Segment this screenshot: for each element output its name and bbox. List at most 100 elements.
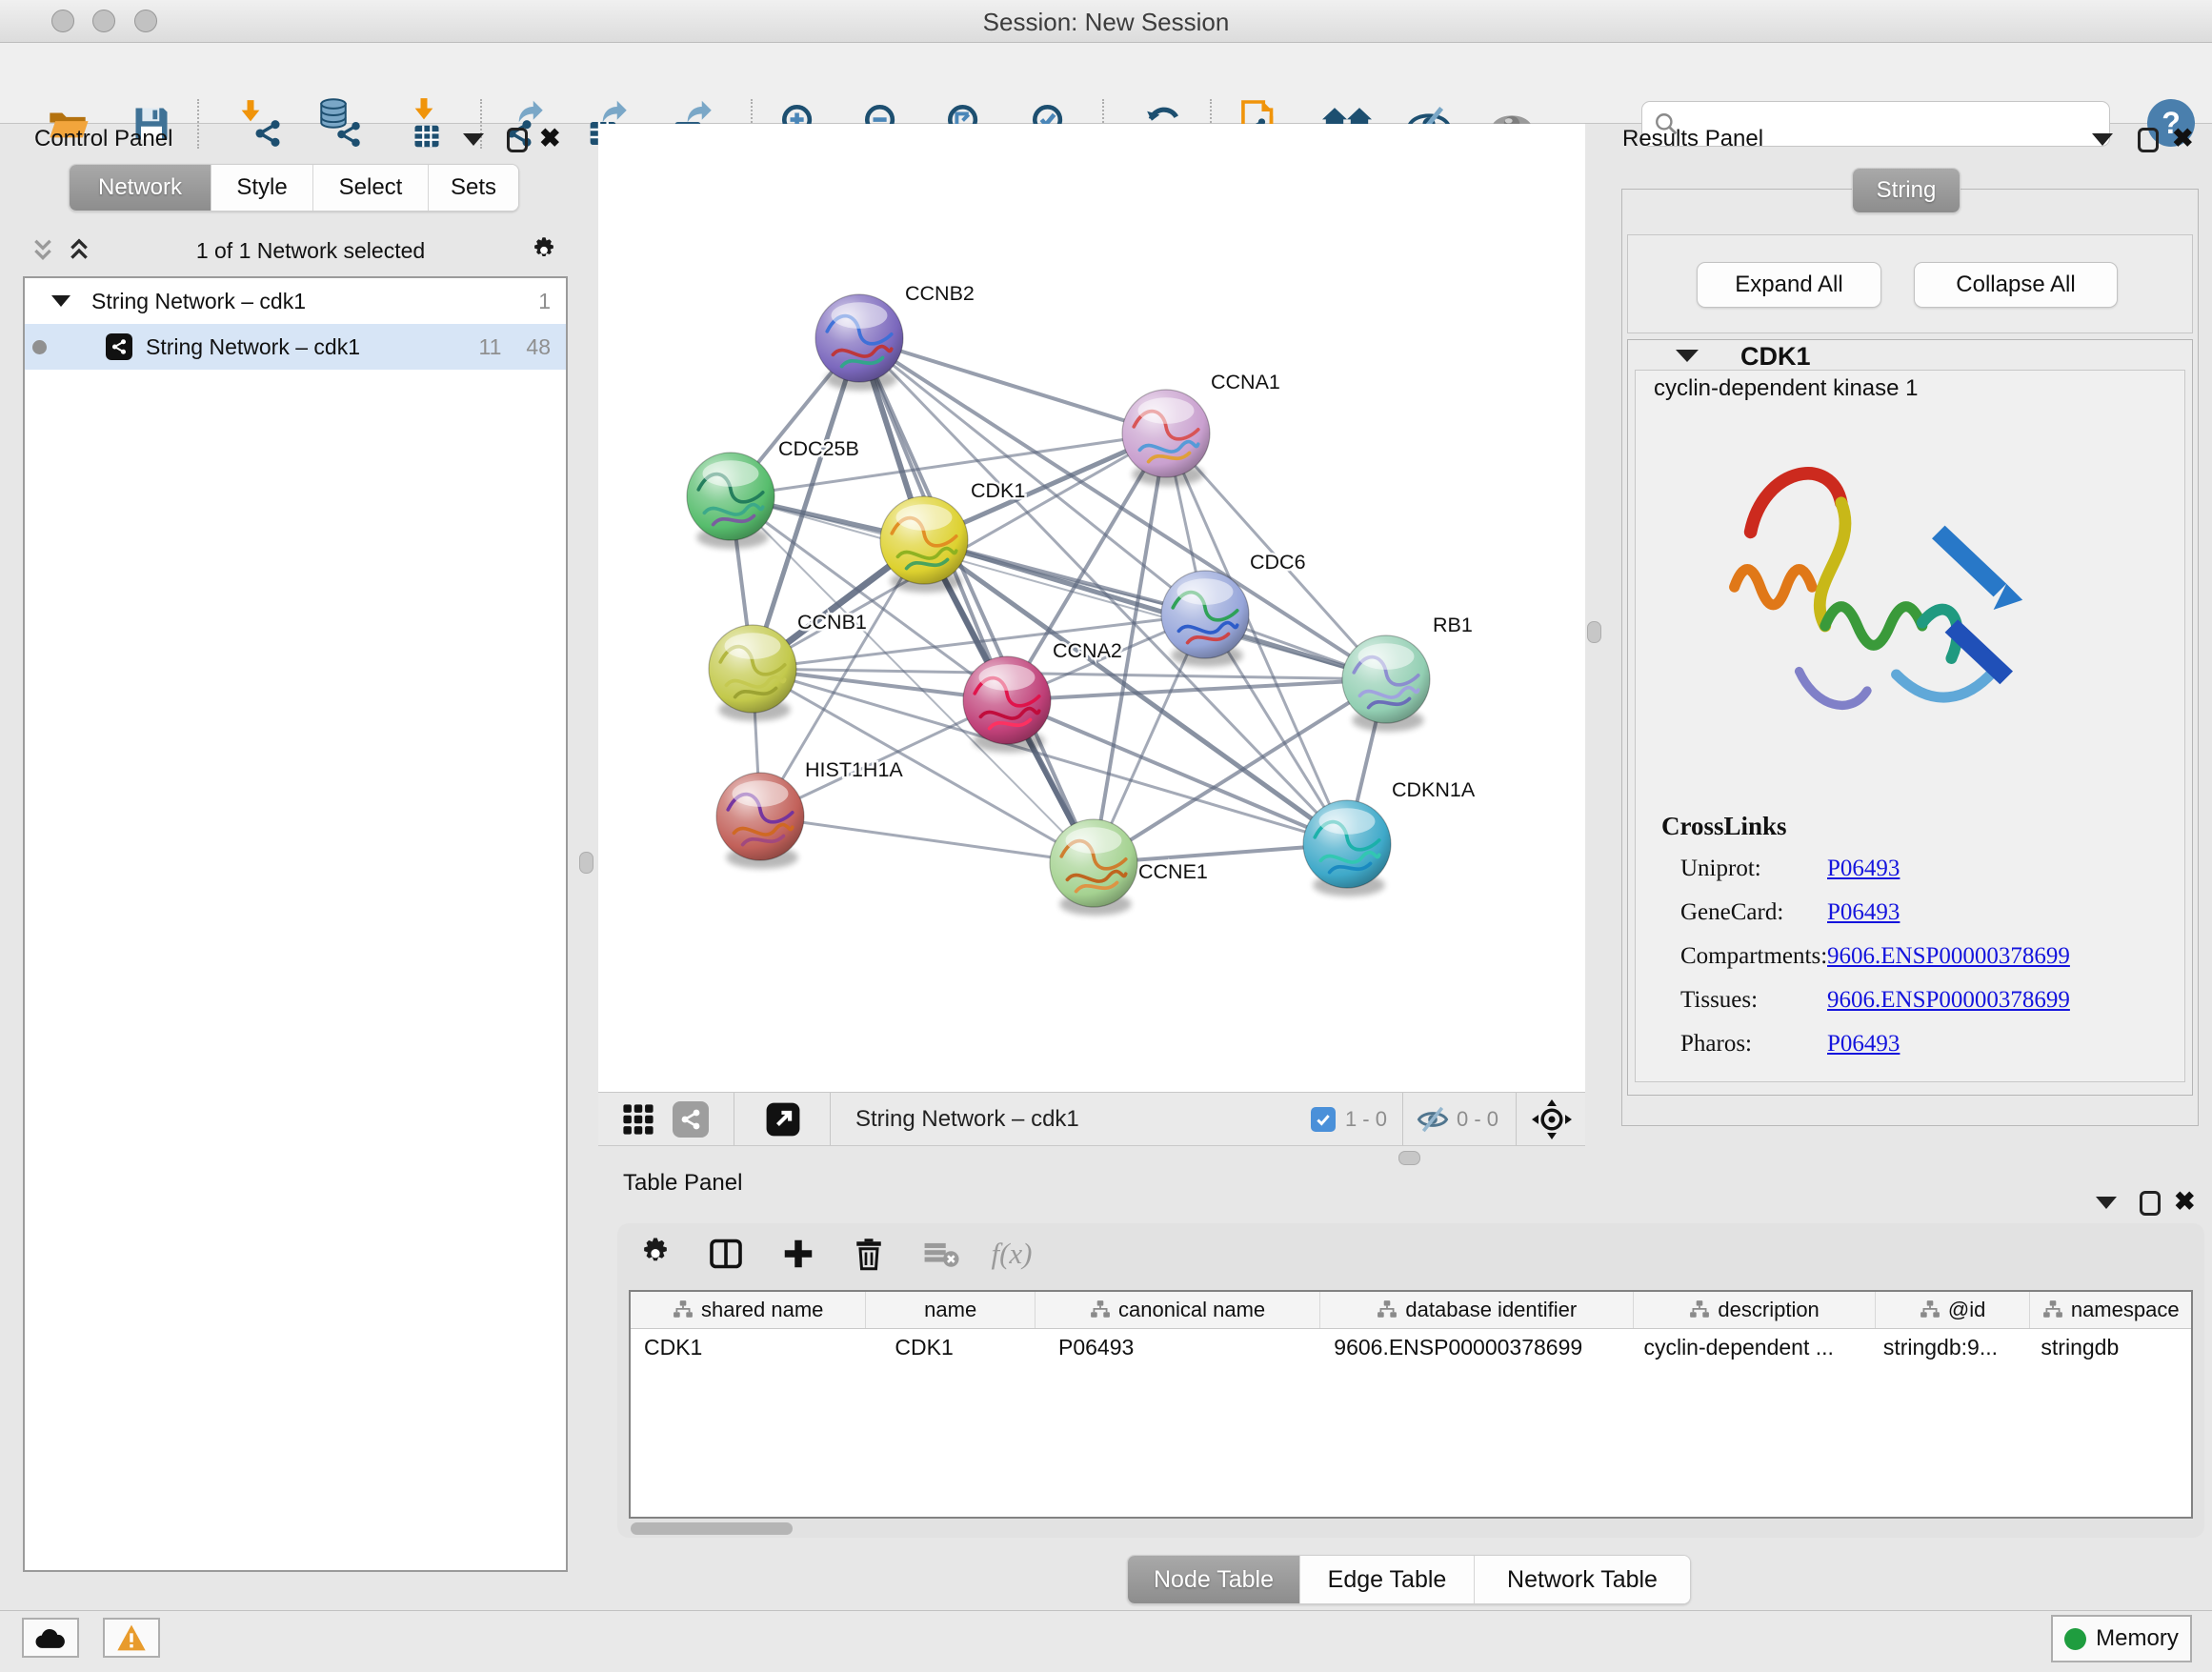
network-list: String Network – cdk1 1 String Network –… [23, 276, 568, 1572]
cell-namespace: stringdb [2030, 1329, 2191, 1365]
node-label: CCNA2 [1053, 639, 1122, 662]
hierarchy-icon [1689, 1299, 1710, 1320]
gear-icon[interactable] [530, 236, 558, 265]
column-header[interactable]: canonical name [1036, 1292, 1320, 1328]
tab-style[interactable]: Style [211, 165, 313, 211]
tab-node-table[interactable]: Node Table [1128, 1556, 1300, 1603]
network-graph: CCNB2CCNA1CDC25BCDK1CDC6RB1CCNB1CCNA2CDK… [598, 124, 1585, 1092]
node-CCNB1[interactable]: CCNB1 [709, 611, 867, 721]
control-panel-float-icon[interactable] [507, 128, 528, 152]
crosslink-value[interactable]: 9606.ENSP00000378699 [1827, 987, 2070, 1014]
collapse-all-button[interactable]: Collapse All [1914, 262, 2118, 308]
warnings-button[interactable] [103, 1618, 160, 1658]
network-type-badge[interactable] [673, 1101, 709, 1138]
network-share-icon [252, 118, 283, 149]
node-HIST1H1A[interactable]: HIST1H1A [716, 758, 903, 869]
tab-string[interactable]: String [1853, 169, 1960, 212]
memory-button[interactable]: Memory [2051, 1615, 2192, 1662]
node-label: CCNB1 [797, 611, 867, 634]
status-bar [0, 1610, 2212, 1672]
results-panel-float-icon[interactable] [2138, 128, 2159, 152]
show-column-button[interactable] [701, 1231, 751, 1277]
cloud-icon [34, 1625, 67, 1650]
cloud-button[interactable] [22, 1618, 79, 1658]
column-header[interactable]: shared name [631, 1292, 866, 1328]
edge[interactable] [1007, 679, 1386, 700]
crosslink-label: Uniprot: [1680, 856, 1761, 882]
results-panel-title: Results Panel [1622, 126, 1763, 152]
table-horizontal-scrollbar[interactable] [631, 1522, 793, 1535]
node-label: CCNB2 [905, 282, 975, 305]
detach-view-button[interactable] [765, 1101, 801, 1138]
eye-slash-icon [1417, 1105, 1449, 1134]
tab-edge-table[interactable]: Edge Table [1300, 1556, 1475, 1603]
table-settings-button[interactable] [631, 1231, 680, 1277]
import-network-button[interactable] [233, 97, 285, 151]
edge[interactable] [859, 338, 1094, 863]
delete-table-button[interactable] [916, 1231, 966, 1277]
collection-label: String Network – cdk1 [91, 289, 306, 314]
table-row[interactable]: CDK1 CDK1 P06493 9606.ENSP00000378699 cy… [631, 1329, 2191, 1365]
import-table-button[interactable] [401, 97, 452, 151]
tab-network-table[interactable]: Network Table [1475, 1556, 1690, 1603]
share-icon [679, 1108, 702, 1131]
column-header[interactable]: namespace [2030, 1292, 2191, 1328]
right-splitter-handle[interactable] [1587, 621, 1601, 643]
cell-shared-name: CDK1 [631, 1329, 866, 1365]
crosslink-value[interactable]: P06493 [1827, 1031, 1900, 1058]
node-CDKN1A[interactable]: CDKN1A [1303, 778, 1476, 896]
collection-expand-caret[interactable] [51, 295, 70, 307]
node-RB1[interactable]: RB1 [1342, 614, 1473, 732]
tab-network[interactable]: Network [70, 165, 211, 211]
protein-section-caret[interactable] [1676, 350, 1699, 362]
crosslink-value[interactable]: 9606.ENSP00000378699 [1827, 943, 2070, 970]
node-label: CCNE1 [1138, 860, 1208, 883]
network-canvas[interactable]: CCNB2CCNA1CDC25BCDK1CDC6RB1CCNB1CCNA2CDK… [598, 124, 1585, 1092]
selected-checkbox[interactable] [1311, 1107, 1336, 1132]
grid-view-button[interactable] [619, 1103, 657, 1136]
results-panel-close-icon[interactable]: ✖ [2172, 126, 2194, 151]
crosslink-value[interactable]: P06493 [1827, 899, 1900, 926]
control-panel-title: Control Panel [34, 126, 172, 152]
control-panel-close-icon[interactable]: ✖ [539, 126, 561, 151]
gear-icon [638, 1237, 673, 1271]
table-panel-close-icon[interactable]: ✖ [2174, 1189, 2196, 1214]
expand-all-button[interactable]: Expand All [1697, 262, 1881, 308]
column-header[interactable]: @id [1876, 1292, 2031, 1328]
table-panel-menu-caret[interactable] [2096, 1197, 2117, 1209]
tab-sets[interactable]: Sets [429, 165, 518, 211]
node-CDC25B[interactable]: CDC25B [687, 437, 859, 549]
expand-all-icon[interactable] [67, 237, 91, 264]
gloss [725, 633, 781, 659]
expand-collapse-bar: Expand All Collapse All [1627, 234, 2193, 333]
import-network-from-database-button[interactable] [313, 97, 365, 151]
cell-name: CDK1 [866, 1329, 1036, 1365]
left-splitter-handle[interactable] [579, 852, 593, 874]
network-row-selected[interactable]: String Network – cdk1 11 48 [25, 324, 566, 370]
bottom-splitter-handle[interactable] [1398, 1151, 1420, 1165]
node-CCNE1[interactable]: CCNE1 [1050, 819, 1208, 916]
add-column-button[interactable] [774, 1231, 823, 1277]
network-collection-row[interactable]: String Network – cdk1 1 [25, 278, 566, 324]
edge[interactable] [753, 669, 1386, 679]
node-CCNA1[interactable]: CCNA1 [1122, 371, 1280, 486]
separator [1516, 1093, 1517, 1145]
node-CDK1[interactable]: CDK1 [880, 479, 1025, 593]
edge[interactable] [760, 816, 1094, 863]
column-header[interactable]: description [1634, 1292, 1875, 1328]
birdseye-button[interactable] [1532, 1099, 1572, 1139]
main-toolbar: ? [0, 43, 2212, 124]
results-panel-menu-caret[interactable] [2092, 133, 2113, 146]
column-header[interactable]: database identifier [1320, 1292, 1634, 1328]
column-header[interactable]: name [866, 1292, 1036, 1328]
hidden-toggle[interactable] [1417, 1105, 1449, 1134]
tab-select[interactable]: Select [313, 165, 429, 211]
application-window: Session: New Session [0, 0, 2212, 1671]
node-label: CDKN1A [1392, 778, 1476, 801]
table-panel-float-icon[interactable] [2140, 1191, 2161, 1216]
collapse-all-icon[interactable] [30, 237, 55, 264]
crosslink-value[interactable]: P06493 [1827, 856, 1900, 882]
control-panel-menu-caret[interactable] [463, 133, 484, 146]
function-builder-button[interactable]: f(x) [977, 1231, 1046, 1277]
delete-column-button[interactable] [844, 1231, 894, 1277]
